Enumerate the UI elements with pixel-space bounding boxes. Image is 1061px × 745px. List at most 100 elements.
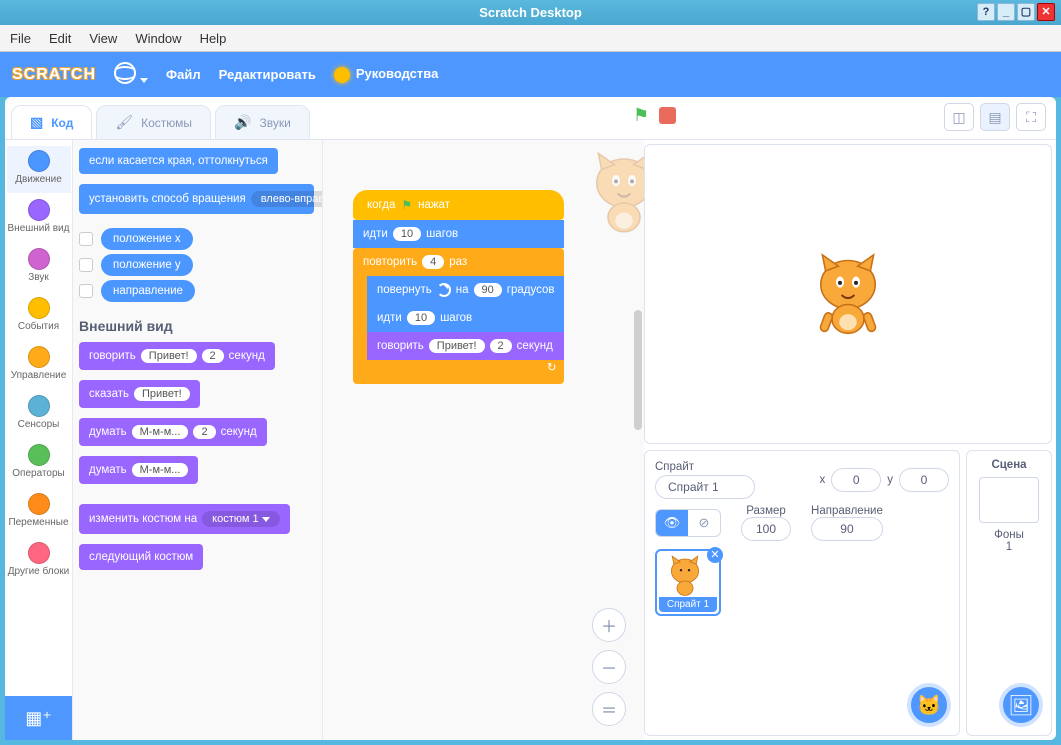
category-events[interactable]: События (7, 293, 71, 340)
checkbox[interactable] (79, 258, 93, 272)
fullscreen-button[interactable]: ⛶ (1016, 103, 1046, 131)
reporter-xposition[interactable]: положение x (79, 228, 316, 250)
language-button[interactable] (114, 62, 148, 87)
block-input[interactable]: 10 (393, 227, 421, 241)
size-label: Размер (741, 505, 791, 517)
block-when-flag-clicked[interactable]: когда ⚑ нажат (353, 190, 564, 220)
sprite-thumb-label: Спрайт 1 (659, 597, 717, 612)
block-input[interactable]: Привет! (134, 387, 190, 401)
block-input[interactable]: Привет! (141, 349, 197, 363)
maximize-window-button[interactable]: ▢ (1017, 3, 1035, 21)
block-dropdown[interactable]: костюм 1 (202, 511, 279, 527)
direction-input[interactable]: 90 (811, 517, 883, 541)
toolbar-tutorials-label: Руководства (356, 66, 439, 81)
window-titlebar: Scratch Desktop ? _ ▢ ✕ (0, 0, 1061, 25)
category-motion[interactable]: Движение (7, 146, 71, 193)
block-say-for-secs-script[interactable]: говорить Привет! 2 секунд (367, 332, 564, 360)
block-move-steps[interactable]: идти 10 шагов (353, 220, 564, 248)
toolbar-edit[interactable]: Редактировать (219, 67, 316, 82)
block-palette[interactable]: если касается края, оттолкнуться установ… (73, 140, 323, 740)
category-myblocks[interactable]: Другие блоки (7, 538, 71, 585)
block-input[interactable]: М-м-м... (132, 425, 189, 439)
minimize-window-button[interactable]: _ (997, 3, 1015, 21)
block-input[interactable]: 90 (474, 283, 502, 297)
category-looks[interactable]: Внешний вид (7, 195, 71, 242)
block-repeat[interactable]: повторить 4 раз повернуть на 90 градусов (353, 248, 564, 384)
add-sprite-button[interactable]: 🐱 (907, 683, 951, 727)
reporter-yposition[interactable]: положение y (79, 254, 316, 276)
green-flag-button[interactable]: ⚑ (633, 105, 649, 126)
canvas-scrollbar[interactable] (634, 310, 642, 430)
block-input[interactable]: 4 (422, 255, 444, 269)
block-think[interactable]: думать М-м-м... (79, 456, 198, 484)
category-dot (28, 444, 50, 466)
script-stack[interactable]: когда ⚑ нажат идти 10 шагов повторить 4 … (353, 190, 564, 384)
block-say-for-secs[interactable]: говорить Привет! 2 секунд (79, 342, 275, 370)
stage-small-button[interactable]: ◫ (944, 103, 974, 131)
block-input[interactable]: 10 (407, 311, 435, 325)
block-switch-costume[interactable]: изменить костюм на костюм 1 (79, 504, 290, 534)
reporter-label[interactable]: направление (101, 280, 195, 302)
menu-view[interactable]: View (89, 31, 117, 46)
sprite-thumbnail[interactable]: ✕ Спрайт 1 (655, 549, 721, 616)
backdrop-thumbnail[interactable] (979, 477, 1039, 523)
add-backdrop-button[interactable]: 🖼 (999, 683, 1043, 727)
toolbar-file[interactable]: Файл (166, 67, 201, 82)
reporter-label[interactable]: положение x (101, 228, 193, 250)
zoom-reset-button[interactable]: ＝ (592, 692, 626, 726)
checkbox[interactable] (79, 232, 93, 246)
tab-code[interactable]: ▧Код (11, 105, 92, 139)
stage-large-button[interactable]: ▤ (980, 103, 1010, 131)
reporter-direction[interactable]: направление (79, 280, 316, 302)
delete-sprite-button[interactable]: ✕ (707, 547, 723, 563)
block-say[interactable]: сказать Привет! (79, 380, 200, 408)
show-button[interactable]: 👁 (656, 510, 688, 536)
block-next-costume[interactable]: следующий костюм (79, 544, 203, 570)
block-label: идти (363, 228, 388, 240)
category-control[interactable]: Управление (7, 342, 71, 389)
y-input[interactable]: 0 (899, 468, 949, 492)
category-variables[interactable]: Переменные (7, 489, 71, 536)
toolbar-tutorials[interactable]: Руководства (334, 66, 439, 83)
stage-sprite-cat[interactable] (808, 248, 888, 341)
block-input[interactable]: 2 (202, 349, 224, 363)
block-input[interactable]: М-м-м... (132, 463, 189, 477)
block-think-for-secs[interactable]: думать М-м-м... 2 секунд (79, 418, 267, 446)
category-sound[interactable]: Звук (7, 244, 71, 291)
reporter-label[interactable]: положение y (101, 254, 193, 276)
help-window-button[interactable]: ? (977, 3, 995, 21)
zoom-in-button[interactable]: ＋ (592, 608, 626, 642)
x-input[interactable]: 0 (831, 468, 881, 492)
menu-help[interactable]: Help (200, 31, 227, 46)
block-dropdown[interactable]: влево-вправо (251, 191, 323, 207)
stop-button[interactable] (659, 107, 676, 124)
block-label: думать (89, 426, 127, 438)
block-move-steps-2[interactable]: идти 10 шагов (367, 304, 564, 332)
stage[interactable] (644, 144, 1052, 444)
block-label: установить способ вращения (89, 193, 246, 205)
tab-sounds[interactable]: 🔊Звуки (215, 105, 310, 139)
checkbox[interactable] (79, 284, 93, 298)
scratch-logo[interactable]: SCRATCH (12, 66, 96, 84)
size-input[interactable]: 100 (741, 517, 791, 541)
hide-button[interactable]: ⊘ (688, 510, 720, 536)
block-input[interactable]: 2 (193, 425, 215, 439)
script-canvas[interactable]: когда ⚑ нажат идти 10 шагов повторить 4 … (323, 140, 644, 740)
category-operators[interactable]: Операторы (7, 440, 71, 487)
category-sensing[interactable]: Сенсоры (7, 391, 71, 438)
block-turn-right[interactable]: повернуть на 90 градусов (367, 276, 564, 304)
menu-edit[interactable]: Edit (49, 31, 71, 46)
extension-button[interactable]: ▦⁺ (5, 696, 72, 740)
close-window-button[interactable]: ✕ (1037, 3, 1055, 21)
menu-file[interactable]: File (10, 31, 31, 46)
menu-window[interactable]: Window (135, 31, 181, 46)
block-set-rotation-style[interactable]: установить способ вращения влево-вправо (79, 184, 314, 214)
block-input[interactable]: 2 (490, 339, 512, 353)
zoom-out-button[interactable]: － (592, 650, 626, 684)
scene-title: Сцена (975, 459, 1043, 471)
block-input[interactable]: Привет! (429, 339, 485, 353)
block-if-on-edge-bounce[interactable]: если касается края, оттолкнуться (79, 148, 278, 174)
visibility-toggle[interactable]: 👁 ⊘ (655, 509, 721, 537)
sprite-name-input[interactable]: Спрайт 1 (655, 475, 755, 499)
tab-costumes[interactable]: 🖌Костюмы (96, 105, 211, 139)
